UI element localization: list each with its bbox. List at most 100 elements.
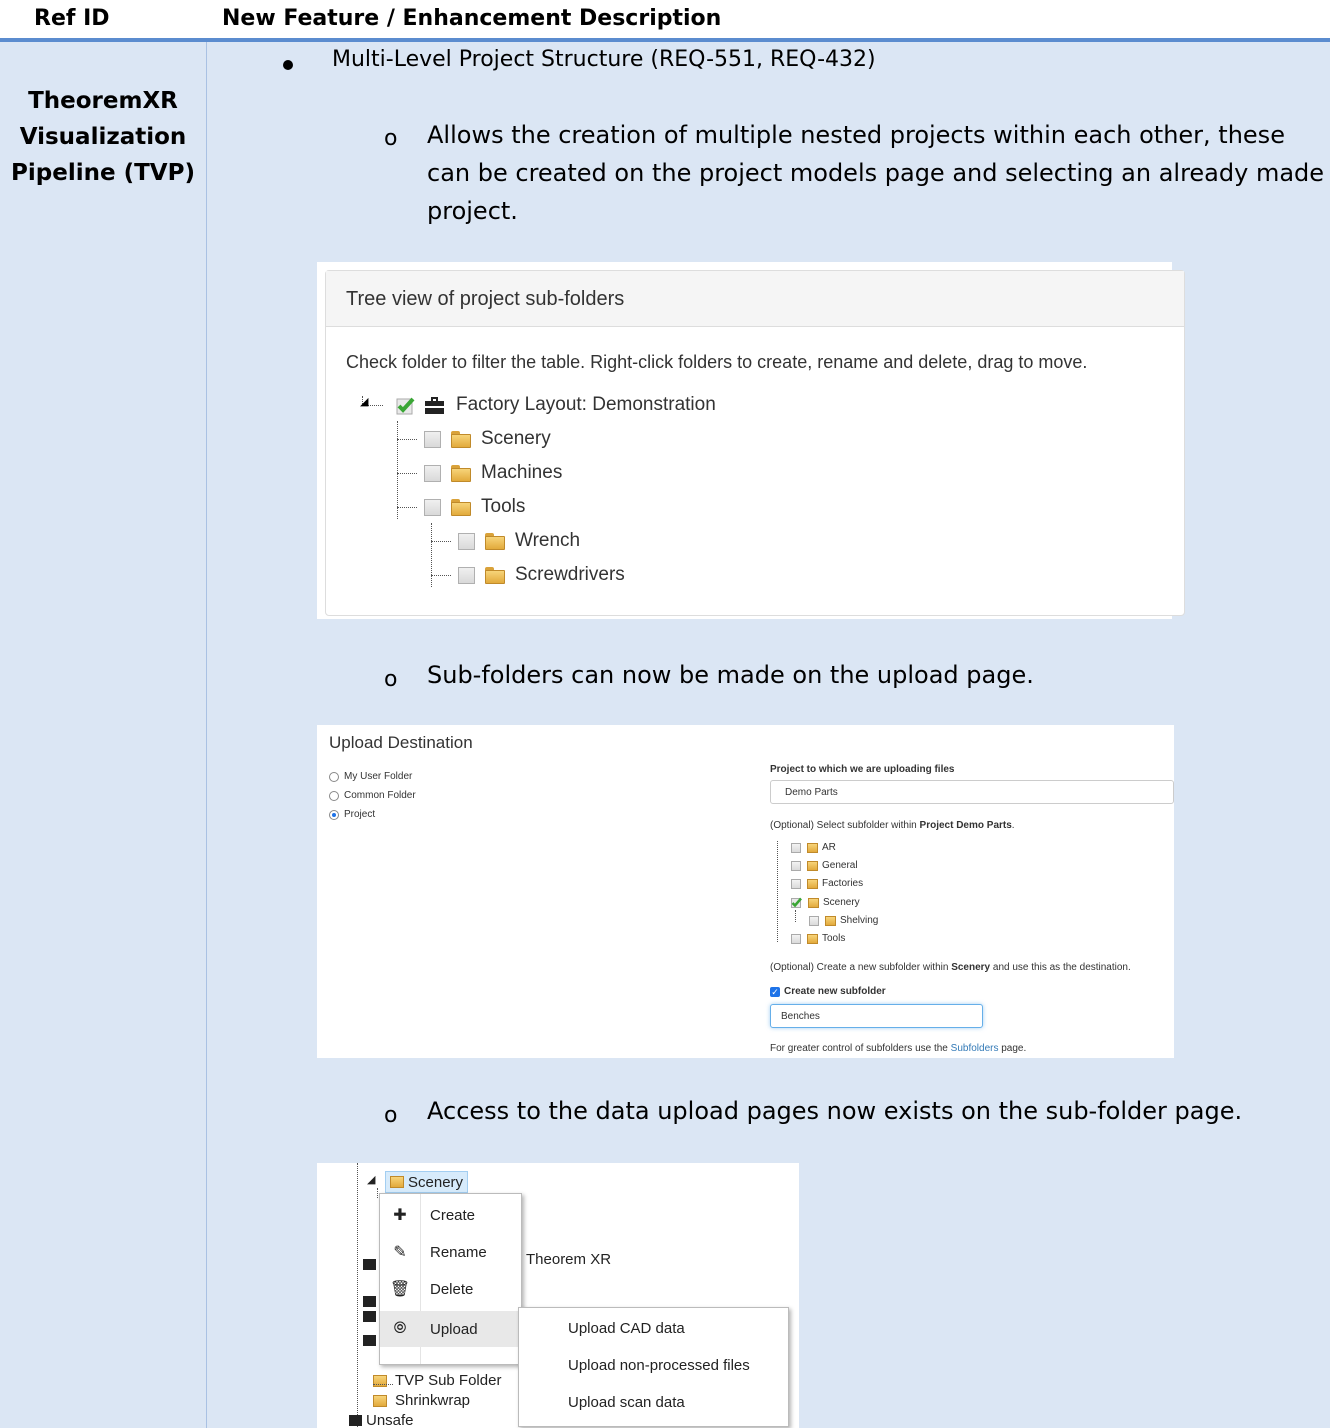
tree-item-shrinkwrap[interactable]: Shrinkwrap [373,1392,470,1409]
menu-item-upload[interactable]: ⦾ Upload [380,1311,523,1347]
plus-icon: ✚ [393,1207,407,1224]
ref-title-line: Visualization [19,124,187,150]
menu-item-upload-scan[interactable]: Upload scan data [568,1394,685,1411]
checked-checkbox-icon[interactable] [791,897,802,908]
subfolder-instruction: (Optional) Select subfolder within Proje… [770,820,1015,831]
briefcase-icon [363,1311,376,1322]
sub-bullet-marker: o [384,1103,398,1128]
checked-checkbox-icon[interactable] [396,396,415,415]
menu-item-delete[interactable]: 🗑 Delete [380,1271,523,1307]
checkbox-icon[interactable] [791,878,801,889]
tree-item-scenery[interactable]: Scenery [424,425,551,453]
tree-item-wrench[interactable]: Wrench [458,527,580,555]
ref-id-header: Ref ID [34,6,110,31]
tree-item-tools[interactable]: Tools [424,493,525,521]
table-header-row: Ref ID New Feature / Enhancement Descrip… [0,0,1330,38]
panel-title: Tree view of project sub-folders [346,288,625,310]
subfolders-link[interactable]: Subfolders [951,1043,999,1054]
upload-destination-screenshot: Upload Destination My User Folder Common… [317,725,1174,1058]
menu-item-upload-cad[interactable]: Upload CAD data [568,1320,685,1337]
tree-item-unsafe[interactable]: Unsafe [349,1412,414,1428]
tree-instructions: Check folder to filter the table. Right-… [346,352,1088,372]
menu-item-upload-non-processed[interactable]: Upload non-processed files [568,1357,750,1374]
upload-tree-item-scenery[interactable]: Scenery [775,897,860,908]
upload-tree-item-factories[interactable]: Factories [775,878,863,889]
collapse-icon[interactable]: ◢ [360,395,368,408]
checkbox-icon[interactable] [458,566,475,584]
briefcase-icon [363,1335,376,1346]
radio-label: My User Folder [344,771,413,782]
text-line: can be created on the project models pag… [427,159,1325,187]
checkbox-icon[interactable] [791,842,801,853]
create-instruction: (Optional) Create a new subfolder within… [770,962,1131,973]
radio-common-folder[interactable]: Common Folder [329,790,416,801]
new-subfolder-input[interactable]: Benches [770,1004,983,1028]
checkbox-icon[interactable] [424,430,441,448]
sub-bullet-marker: o [384,667,398,692]
upload-tree-item-ar[interactable]: AR [775,842,836,853]
sub-bullet-marker: o [384,126,398,151]
folder-icon [807,842,818,853]
project-name-behind: Theorem XR [526,1251,612,1268]
radio-icon[interactable] [329,790,339,801]
bullet-icon [283,60,293,70]
briefcase-icon [349,1415,362,1426]
tree-label: Shelving [840,915,879,926]
description-header: New Feature / Enhancement Description [222,6,722,31]
tree-label: Wrench [515,530,581,551]
briefcase-icon [363,1296,376,1307]
folder-icon [825,915,836,926]
sub-bullet-text-2: Sub-folders can now be made on the uploa… [427,661,1034,689]
checkbox-icon[interactable] [809,915,819,926]
text-line: Allows the creation of multiple nested p… [427,121,1285,149]
folder-icon [807,860,818,871]
ref-title-line: TheoremXR [28,88,178,114]
radio-label: Project [344,809,376,820]
trash-icon: 🗑 [389,1281,411,1298]
folder-icon [485,566,505,584]
tree-label: Tools [481,496,526,517]
menu-item-create[interactable]: ✚ Create [380,1197,523,1233]
tree-label: Scenery [408,1173,464,1191]
upload-tree-item-general[interactable]: General [775,860,858,871]
context-menu-screenshot: ◢ Scenery Theorem XR ✚ Create ✎ Rename 🗑 De… [317,1163,799,1428]
folder-icon [485,532,505,550]
radio-project[interactable]: Project [329,809,375,820]
radio-icon[interactable] [329,771,339,782]
tree-label: TVP Sub Folder [395,1372,502,1389]
menu-label: Create [430,1206,476,1224]
create-subfolder-checkbox[interactable]: ✓ Create new subfolder [770,986,886,997]
radio-selected-icon[interactable] [329,809,339,820]
upload-tree-item-shelving[interactable]: Shelving [793,915,878,926]
sub-bullet-text-1: Allows the creation of multiple nested p… [427,116,1324,230]
sub-bullet-text-3: Access to the data upload pages now exis… [427,1097,1243,1125]
upload-icon: ⦾ [393,1320,407,1337]
tree-view-panel: Tree view of project sub-folders Check f… [325,270,1185,616]
tree-item-tvp-sub-folder[interactable]: TVP Sub Folder [373,1372,501,1389]
folder-icon [451,464,471,482]
upload-tree-item-tools[interactable]: Tools [775,933,845,944]
project-select[interactable]: Demo Parts [770,780,1174,804]
column-separator [206,42,207,1428]
checkbox-icon[interactable] [424,498,441,516]
checkbox-icon[interactable] [791,860,801,871]
tree-label: Shrinkwrap [395,1392,471,1409]
tree-label: Tools [822,933,846,944]
subfolders-footer: For greater control of subfolders use th… [770,1043,1027,1054]
briefcase-icon [363,1259,376,1270]
radio-my-user-folder[interactable]: My User Folder [329,771,412,782]
text-line: project. [427,197,518,225]
folder-icon [808,897,819,908]
tree-view-screenshot: Tree view of project sub-folders Check f… [317,262,1185,619]
tree-label: Scenery [823,897,860,908]
checkbox-icon[interactable] [458,532,475,550]
selected-folder-scenery[interactable]: Scenery [385,1171,469,1193]
checkbox-checked-icon[interactable]: ✓ [770,986,780,997]
menu-item-rename[interactable]: ✎ Rename [380,1234,523,1270]
tree-item-machines[interactable]: Machines [424,459,562,487]
checkbox-icon[interactable] [791,933,801,944]
tree-root-factory-layout[interactable]: ◢ Factory Layout: Demonstration [360,391,716,419]
checkbox-icon[interactable] [424,464,441,482]
context-menu: ✚ Create ✎ Rename 🗑 Delete ⦾ Upload [379,1193,523,1365]
tree-item-screwdrivers[interactable]: Screwdrivers [458,561,625,589]
